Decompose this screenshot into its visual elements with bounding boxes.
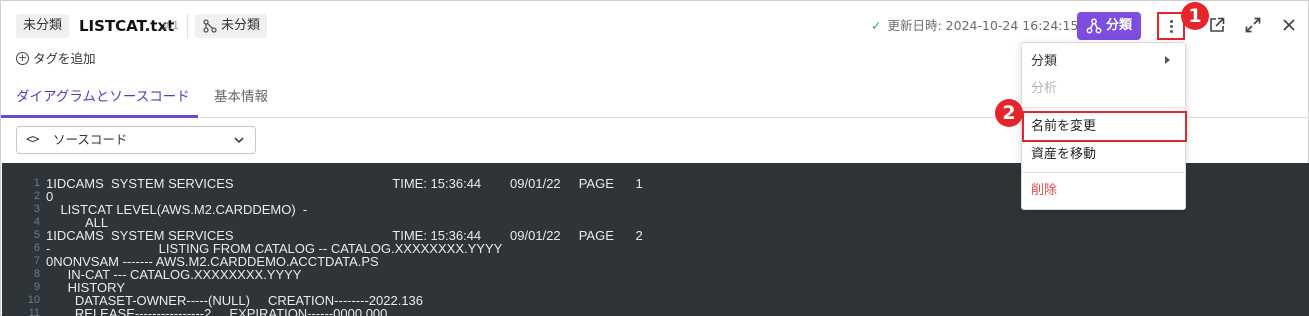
updated-status: ✓ 更新日時: 2024-10-24 16:24:15: [871, 16, 1078, 36]
menu-divider: [1022, 107, 1185, 108]
version-label: v.1: [163, 19, 180, 32]
line-number: 2: [33, 190, 40, 202]
view-select-value: ソースコード: [53, 132, 128, 147]
line-number: 6: [33, 242, 40, 254]
line-number: 8: [33, 268, 40, 280]
step-badge-2: 2: [995, 99, 1023, 127]
line-number: 10: [27, 294, 40, 306]
view-select[interactable]: <> ソースコード: [16, 126, 256, 154]
line-number: 11: [28, 307, 40, 316]
lineage-chip-label: 未分類: [221, 18, 261, 33]
chevron-down-icon: [234, 137, 244, 144]
chevron-right-icon: [1165, 56, 1170, 64]
file-name: LISTCAT.txt: [79, 17, 175, 35]
line-number: 1: [33, 177, 40, 189]
more-vertical-icon-dot: [1170, 25, 1173, 28]
classify-button[interactable]: 分類: [1077, 12, 1141, 40]
line-number: 7: [33, 255, 40, 267]
more-vertical-icon-dot: [1170, 30, 1173, 33]
check-icon: ✓: [871, 18, 882, 33]
updated-timestamp: 更新日時: 2024-10-24 16:24:15: [887, 18, 1079, 33]
header-divider: [187, 14, 188, 38]
menu-item-analyze: 分析: [1031, 81, 1058, 96]
expand-icon[interactable]: [1243, 15, 1263, 35]
menu-item-classify[interactable]: 分類: [1031, 53, 1057, 71]
line-number: 3: [33, 203, 40, 215]
active-tab-indicator: [1, 115, 198, 118]
tab-diagram-source[interactable]: ダイアグラムとソースコード: [16, 87, 190, 107]
tab-basic-info[interactable]: 基本情報: [214, 87, 268, 107]
more-options-menu: 分類 分析 名前を変更 資産を移動 削除: [1021, 42, 1187, 210]
add-tag-button[interactable]: + タグを追加: [16, 50, 96, 68]
classify-button-label: 分類: [1106, 18, 1133, 33]
hierarchy-icon: [1086, 18, 1102, 34]
line-number: 4: [33, 216, 40, 228]
category-chip[interactable]: 未分類: [16, 14, 70, 38]
line-number: 9: [33, 281, 40, 293]
step-badge-1: 1: [1181, 2, 1209, 30]
more-vertical-icon: [1170, 20, 1173, 23]
menu-divider: [1022, 172, 1185, 173]
hierarchy-icon: [203, 19, 217, 33]
open-external-icon[interactable]: [1207, 15, 1227, 35]
menu-item-move-asset[interactable]: 資産を移動: [1031, 146, 1096, 164]
menu-item-delete[interactable]: 削除: [1031, 182, 1057, 200]
line-text: 1IDCAMS SYSTEM SERVICES TIME: 15:36:44 0…: [46, 176, 643, 191]
plus-circle-icon: +: [16, 51, 29, 65]
line-text: RELEASE----------------2 EXPIRATION-----…: [46, 306, 388, 316]
menu-item-rename[interactable]: 名前を変更: [1031, 118, 1096, 136]
add-tag-label: タグを追加: [33, 51, 96, 66]
lineage-chip[interactable]: 未分類: [195, 14, 268, 38]
close-icon[interactable]: [1279, 15, 1299, 35]
viewer-panel: 未分類 LISTCAT.txt v.1 未分類 ✓ 更新日時: 2024-10-2…: [0, 0, 1309, 316]
code-icon: <>: [26, 132, 39, 146]
line-number: 5: [33, 229, 40, 241]
